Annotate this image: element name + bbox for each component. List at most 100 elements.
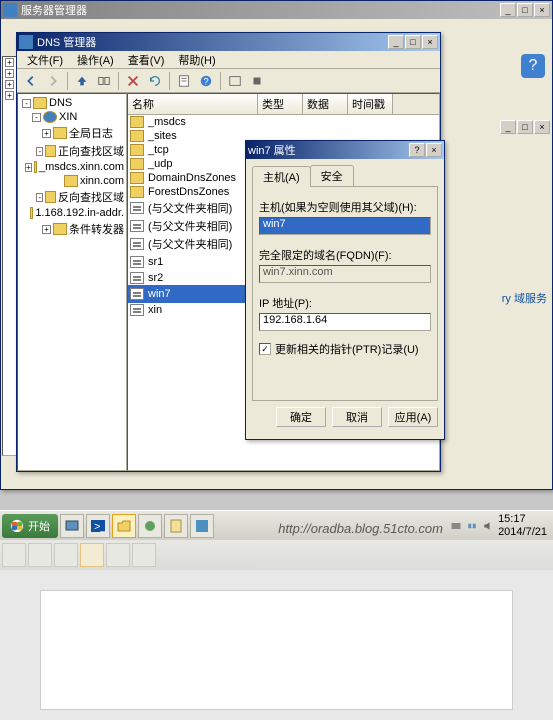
bg-close-button[interactable]: × (534, 120, 550, 134)
tree-expander[interactable]: - (36, 193, 43, 202)
row-name: _udp (148, 158, 260, 170)
tree-node[interactable]: + 条件转发器 (20, 220, 124, 238)
folder-icon (130, 172, 144, 184)
tree-node[interactable]: xinn.com (20, 174, 124, 188)
row-name: _sites (148, 130, 260, 142)
tree-expander[interactable]: + (25, 163, 32, 172)
folder-icon (130, 158, 144, 170)
record-icon (130, 238, 144, 250)
quicklaunch-app2[interactable] (190, 514, 214, 538)
tree-expander[interactable]: - (36, 147, 43, 156)
props-titlebar[interactable]: win7 属性 ? × (246, 141, 444, 159)
ip-label: IP 地址(P): (259, 295, 431, 311)
folder-icon (130, 130, 144, 142)
quicklaunch-notepad[interactable] (164, 514, 188, 538)
tree-label: 反向查找区域 (58, 189, 124, 205)
show-hide-button[interactable] (94, 71, 114, 91)
tree-expander[interactable]: + (5, 91, 14, 100)
properties-button[interactable] (174, 71, 194, 91)
menu-file[interactable]: 文件(F) (21, 51, 69, 69)
list-row[interactable]: _msdcs (128, 115, 439, 129)
tree-node[interactable]: -DNS (20, 96, 124, 110)
filter-button[interactable] (225, 71, 245, 91)
props-tabs: 主机(A) 安全 (252, 165, 438, 186)
server-manager-titlebar[interactable]: 服务器管理器 _ □ × (1, 1, 552, 19)
tab-security[interactable]: 安全 (310, 165, 354, 186)
tree-node[interactable]: -XIN (20, 110, 124, 124)
bg-minimize-button[interactable]: _ (500, 120, 516, 134)
tab-host[interactable]: 主机(A) (252, 166, 311, 187)
folder-icon (45, 191, 56, 203)
delete-button[interactable] (123, 71, 143, 91)
props-help-button[interactable]: ? (409, 143, 425, 157)
up-button[interactable] (72, 71, 92, 91)
cancel-button[interactable]: 取消 (332, 407, 382, 427)
tree-expander[interactable]: - (32, 113, 41, 122)
start-button[interactable]: 开始 (2, 514, 58, 538)
dns-maximize-button[interactable]: □ (405, 35, 421, 49)
column-header[interactable]: 名称 (128, 94, 258, 114)
refresh-button[interactable] (145, 71, 165, 91)
tree-expander[interactable]: + (5, 69, 14, 78)
help-icon[interactable]: ? (521, 54, 545, 78)
dns-minimize-button[interactable]: _ (388, 35, 404, 49)
back-button[interactable] (21, 71, 41, 91)
tab-content: 主机(如果为空则使用其父域)(H): win7 完全限定的域名(FQDN)(F)… (252, 186, 438, 401)
tree-node[interactable]: -正向查找区域 (20, 142, 124, 160)
menu-view[interactable]: 查看(V) (122, 51, 171, 69)
column-header[interactable]: 时间戳 (348, 94, 393, 114)
tree-node[interactable]: - 反向查找区域 (20, 188, 124, 206)
tree-node[interactable]: +_msdcs.xinn.com (20, 160, 124, 174)
props-close-button[interactable]: × (426, 143, 442, 157)
background-window-controls: _ □ × (440, 120, 550, 140)
taskbar: 开始 >_ http://oradba.blog.51cto.com 15:17… (0, 510, 553, 540)
tree-node[interactable]: +全局日志 (20, 124, 124, 142)
column-header[interactable]: 数据 (303, 94, 348, 114)
start-label: 开始 (28, 518, 50, 534)
menu-action[interactable]: 操作(A) (71, 51, 120, 69)
quicklaunch-server-manager[interactable] (60, 514, 84, 538)
forward-button[interactable] (43, 71, 63, 91)
folder-icon (53, 223, 67, 235)
dns-icon (33, 97, 47, 109)
maximize-button[interactable]: □ (517, 3, 533, 17)
tree-expander[interactable]: - (22, 99, 31, 108)
checkbox-icon[interactable]: ✓ (259, 343, 271, 355)
row-name: sr2 (148, 272, 260, 284)
stop-button[interactable] (247, 71, 267, 91)
quicklaunch-powershell[interactable]: >_ (86, 514, 110, 538)
tree-expander[interactable]: + (5, 80, 14, 89)
network-icon[interactable] (466, 520, 478, 532)
ok-button[interactable]: 确定 (276, 407, 326, 427)
row-name: xin (148, 304, 260, 316)
tree-expander[interactable]: + (5, 58, 14, 67)
ip-input[interactable]: 192.168.1.64 (259, 313, 431, 331)
record-icon (130, 288, 144, 300)
row-name: sr1 (148, 256, 260, 268)
quicklaunch-explorer[interactable] (112, 514, 136, 538)
tree-label: 条件转发器 (69, 221, 124, 237)
help-button[interactable]: ? (196, 71, 216, 91)
row-name: ForestDnsZones (148, 186, 260, 198)
record-icon (130, 272, 144, 284)
bg-maximize-button[interactable]: □ (517, 120, 533, 134)
dns-close-button[interactable]: × (422, 35, 438, 49)
column-header[interactable]: 类型 (258, 94, 303, 114)
folder-icon (130, 186, 144, 198)
tree-node[interactable]: 1.168.192.in-addr. (20, 206, 124, 220)
ptr-checkbox-row[interactable]: ✓ 更新相关的指针(PTR)记录(U) (259, 341, 431, 357)
quicklaunch-app1[interactable] (138, 514, 162, 538)
menu-help[interactable]: 帮助(H) (172, 51, 221, 69)
apply-button[interactable]: 应用(A) (388, 407, 438, 427)
dns-tree[interactable]: -DNS-XIN+全局日志-正向查找区域+_msdcs.xinn.comxinn… (17, 93, 127, 471)
volume-icon[interactable] (482, 520, 494, 532)
host-input[interactable]: win7 (259, 217, 431, 235)
tree-expander[interactable]: + (42, 225, 51, 234)
tree-expander[interactable]: + (42, 129, 51, 138)
dns-titlebar[interactable]: DNS 管理器 _ □ × (17, 33, 440, 51)
tray-icon[interactable] (450, 520, 462, 532)
system-tray[interactable]: 15:17 2014/7/21 (446, 513, 551, 537)
minimize-button[interactable]: _ (500, 3, 516, 17)
close-button[interactable]: × (534, 3, 550, 17)
properties-dialog: win7 属性 ? × 主机(A) 安全 主机(如果为空则使用其父域)(H): … (245, 140, 445, 440)
